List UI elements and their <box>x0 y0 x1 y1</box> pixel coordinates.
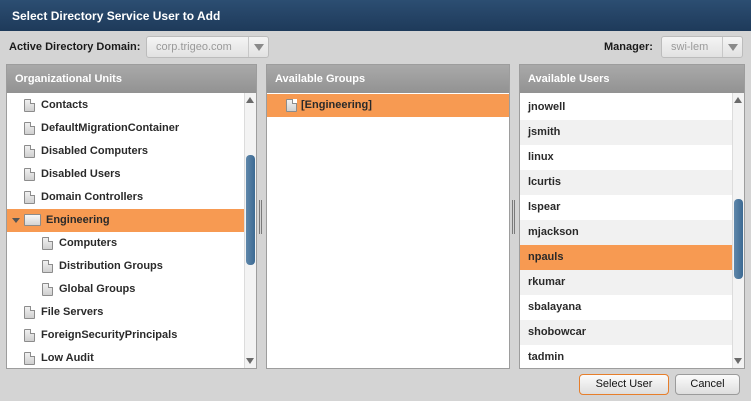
dialog-title: Select Directory Service User to Add <box>0 0 751 31</box>
doc-icon <box>24 145 35 158</box>
toolbar: Active Directory Domain: corp.trigeo.com… <box>0 31 751 64</box>
tree-item[interactable]: Disabled Computers <box>7 140 256 163</box>
doc-icon <box>286 99 297 112</box>
list-item[interactable]: npauls <box>520 245 744 270</box>
list-item[interactable]: sbalayana <box>520 295 744 320</box>
tree-item[interactable]: Contacts <box>7 94 256 117</box>
tree-item[interactable]: File Servers <box>7 301 256 324</box>
select-user-dialog: Select Directory Service User to Add Act… <box>0 0 751 401</box>
list-item[interactable]: lcurtis <box>520 170 744 195</box>
tree-item[interactable]: Global Groups <box>7 278 256 301</box>
users-scrollbar[interactable] <box>732 93 744 368</box>
manager-label: Manager: <box>604 41 653 53</box>
scroll-up-icon[interactable] <box>734 97 742 103</box>
list-item[interactable]: lspear <box>520 195 744 220</box>
org-units-header: Organizational Units <box>7 65 256 93</box>
tree-item[interactable]: Low Audit <box>7 347 256 368</box>
doc-icon <box>42 237 53 250</box>
tree-item[interactable]: Engineering <box>7 209 256 232</box>
doc-icon <box>24 352 35 365</box>
tree-item[interactable]: Distribution Groups <box>7 255 256 278</box>
groups-panel: Available Groups [Engineering] <box>266 64 510 369</box>
tree-item-label: Distribution Groups <box>59 260 163 272</box>
tree-item-label: Disabled Users <box>41 168 121 180</box>
user-name: tadmin <box>528 351 565 363</box>
manager-select[interactable]: swi-lem <box>661 36 743 58</box>
user-name: lcurtis <box>528 176 562 188</box>
user-name: sbalayana <box>528 301 582 313</box>
tree-item-label: ForeignSecurityPrincipals <box>41 329 178 341</box>
tree-item-label: Contacts <box>41 99 89 111</box>
expand-arrow-icon[interactable] <box>12 218 20 223</box>
list-item[interactable]: linux <box>520 145 744 170</box>
domain-select[interactable]: corp.trigeo.com <box>146 36 269 58</box>
org-units-scrollbar[interactable] <box>244 93 256 368</box>
doc-icon <box>24 99 35 112</box>
tree-item-label: Low Audit <box>41 352 94 364</box>
tree-item-label: Computers <box>59 237 118 249</box>
splitter-handle[interactable] <box>259 200 262 234</box>
chevron-down-icon[interactable] <box>248 37 268 57</box>
user-name: linux <box>528 151 554 163</box>
list-item[interactable]: shobowcar <box>520 320 744 345</box>
doc-icon <box>42 283 53 296</box>
list-item[interactable]: rkumar <box>520 270 744 295</box>
user-name: npauls <box>528 251 564 263</box>
user-name: rkumar <box>528 276 566 288</box>
cancel-button[interactable]: Cancel <box>675 374 740 395</box>
groups-header: Available Groups <box>267 65 509 93</box>
scroll-down-icon[interactable] <box>734 358 742 364</box>
tree-item[interactable]: DefaultMigrationContainer <box>7 117 256 140</box>
tree-item-label: Engineering <box>46 214 110 226</box>
doc-icon <box>42 260 53 273</box>
doc-icon <box>24 168 35 181</box>
tree-item[interactable]: Domain Controllers <box>7 186 256 209</box>
user-name: lspear <box>528 201 561 213</box>
user-name: jsmith <box>528 126 561 138</box>
org-units-panel: Organizational Units Contacts DefaultMigr… <box>6 64 257 369</box>
list-item[interactable]: jnowell <box>520 95 744 120</box>
tree-item[interactable]: ForeignSecurityPrincipals <box>7 324 256 347</box>
domain-label: Active Directory Domain: <box>9 41 141 53</box>
user-name: mjackson <box>528 226 579 238</box>
doc-icon <box>24 122 35 135</box>
list-item[interactable]: [Engineering] <box>267 94 509 117</box>
users-list: jnowell jsmith linux lcurtis lspear mjackson n… <box>520 93 744 368</box>
tree-item-label: File Servers <box>41 306 104 318</box>
doc-icon <box>24 329 35 342</box>
tree-item[interactable]: Disabled Users <box>7 163 256 186</box>
doc-icon <box>24 191 35 204</box>
users-panel: Available Users jnowell jsmith linux lcurti… <box>519 64 745 369</box>
list-item[interactable]: tadmin <box>520 345 744 368</box>
users-header: Available Users <box>520 65 744 93</box>
chevron-down-icon[interactable] <box>722 37 742 57</box>
scroll-up-icon[interactable] <box>246 97 254 103</box>
groups-list: [Engineering] <box>267 93 509 117</box>
list-item[interactable]: jsmith <box>520 120 744 145</box>
tree-item-label: Domain Controllers <box>41 191 144 203</box>
tree-item-label: Disabled Computers <box>41 145 148 157</box>
doc-icon <box>24 306 35 319</box>
select-user-button[interactable]: Select User <box>579 374 669 395</box>
manager-select-value: swi-lem <box>671 41 709 53</box>
tree-item-label: Global Groups <box>59 283 136 295</box>
org-units-list: Contacts DefaultMigrationContainer Disable… <box>7 93 256 368</box>
tree-item[interactable]: Computers <box>7 232 256 255</box>
list-item-label: [Engineering] <box>301 99 372 111</box>
scroll-thumb[interactable] <box>246 154 255 265</box>
folder-open-icon <box>24 214 41 226</box>
splitter-handle[interactable] <box>512 200 515 234</box>
user-name: shobowcar <box>528 326 587 338</box>
scroll-thumb[interactable] <box>734 198 743 279</box>
user-name: jnowell <box>528 101 566 113</box>
list-item[interactable]: mjackson <box>520 220 744 245</box>
scroll-down-icon[interactable] <box>246 358 254 364</box>
domain-select-value: corp.trigeo.com <box>156 41 232 53</box>
tree-item-label: DefaultMigrationContainer <box>41 122 180 134</box>
